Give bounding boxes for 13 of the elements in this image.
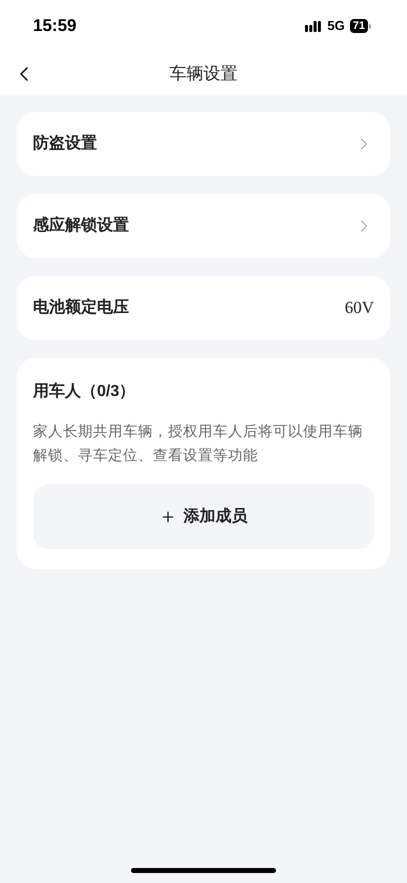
status-time: 15:59 — [33, 15, 76, 38]
page-title: 车辆设置 — [170, 62, 238, 85]
plus-icon — [160, 508, 176, 524]
row-value: 60V — [344, 297, 374, 320]
settings-row[interactable]: 防盗设置 — [17, 112, 390, 176]
add-member-button[interactable]: 添加成员 — [33, 484, 374, 549]
settings-row[interactable]: 感应解锁设置 — [17, 194, 390, 258]
members-description: 家人长期共用车辆，授权用车人后将可以使用车辆解锁、寻车定位、查看设置等功能 — [33, 422, 364, 466]
members-title: 用车人（0/3） — [33, 381, 136, 402]
signal-icon — [305, 20, 322, 32]
network-label: 5G — [327, 17, 345, 36]
battery-indicator: 71 — [350, 19, 371, 33]
settings-row: 电池额定电压 60V — [17, 276, 390, 340]
